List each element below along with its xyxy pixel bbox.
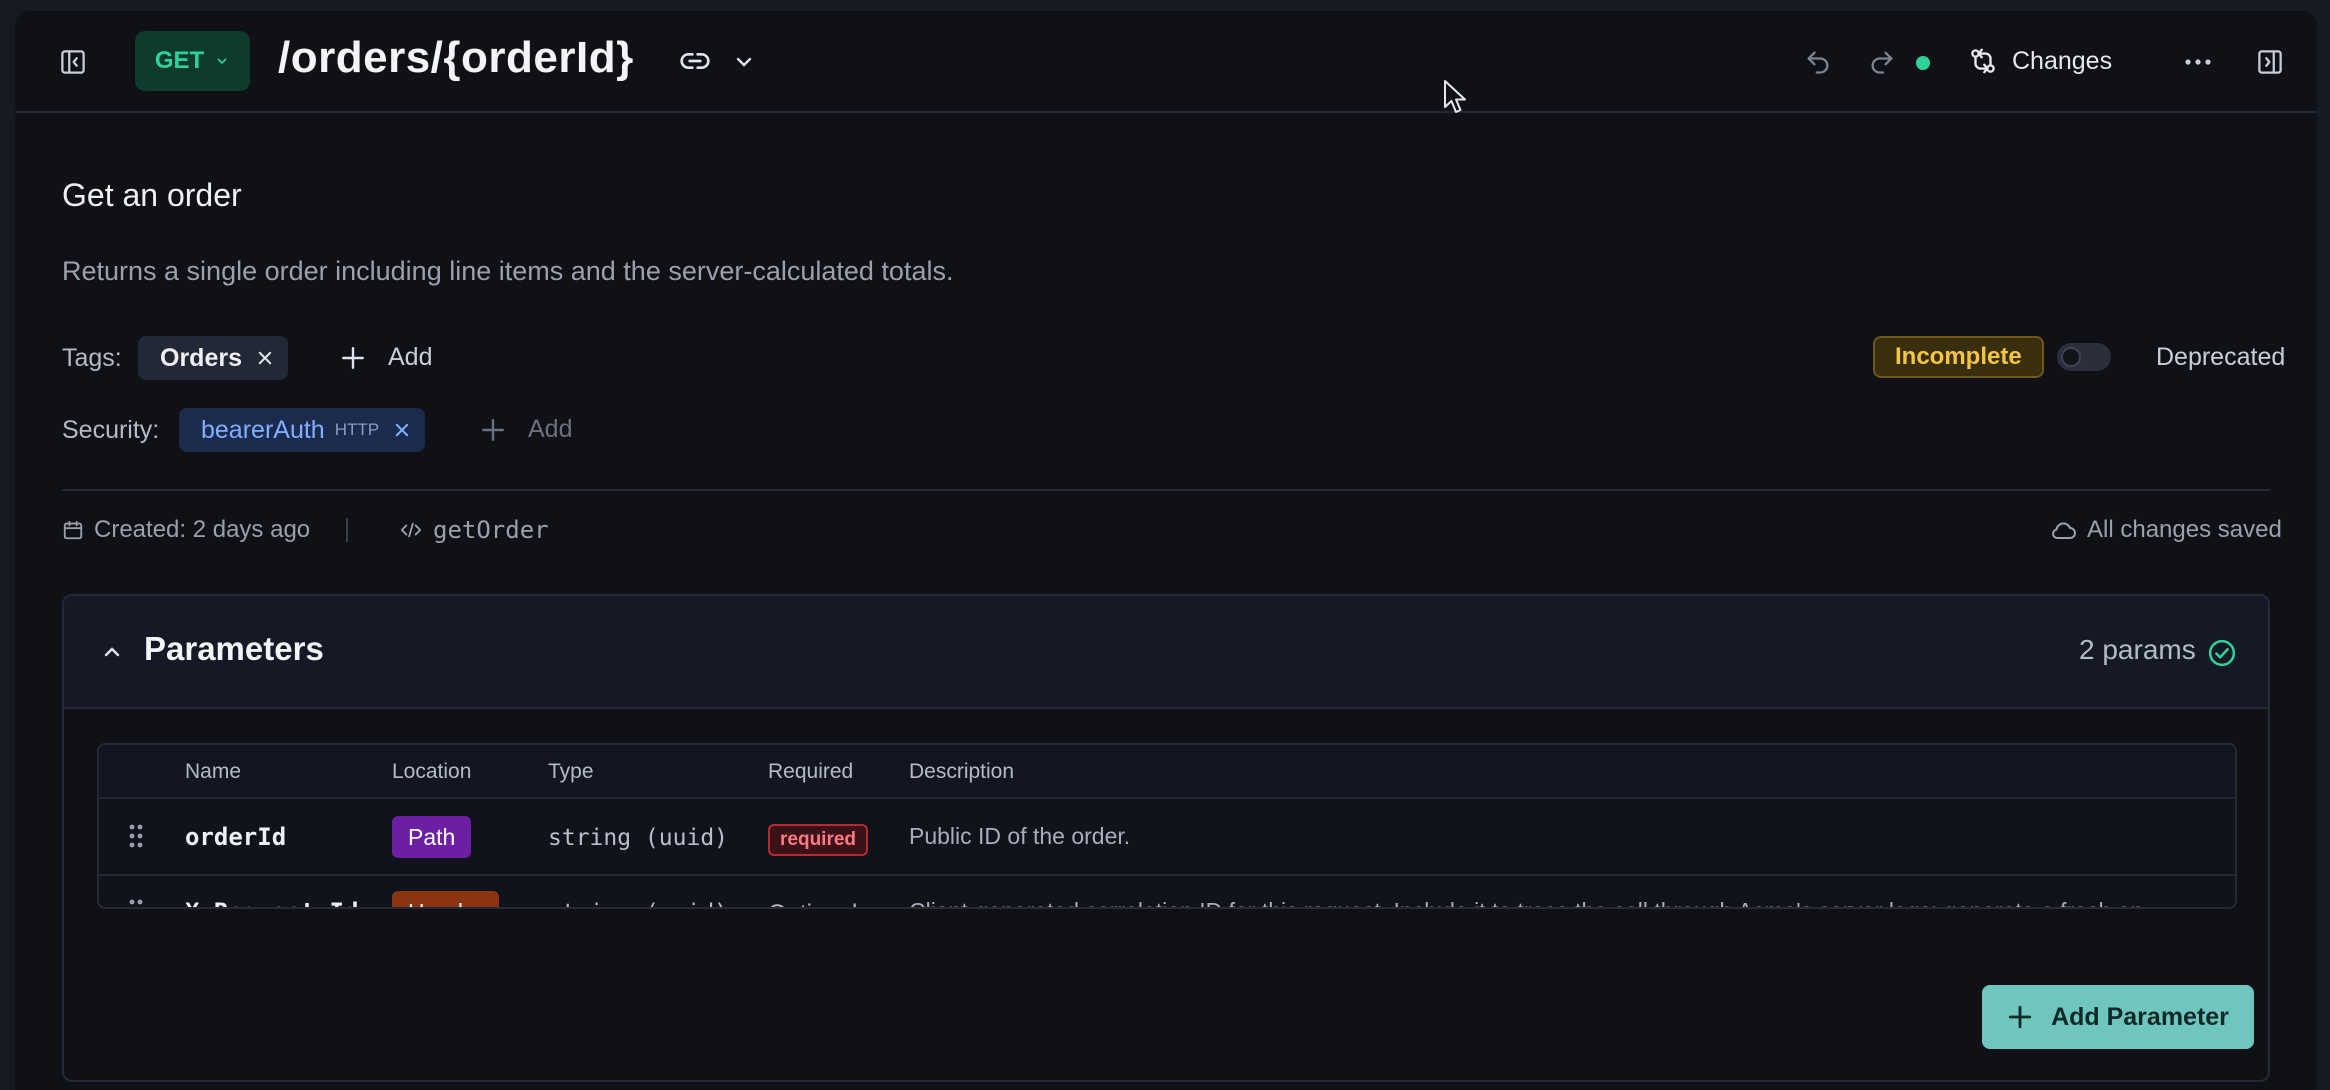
param-description[interactable]: Public ID of the order. xyxy=(909,823,2229,850)
parameters-panel: Parameters 2 params Name Location Type R… xyxy=(62,594,2270,1082)
param-description[interactable]: Client-generated correlation ID for this… xyxy=(909,898,2229,907)
mouse-cursor-icon xyxy=(1443,79,1469,120)
param-name[interactable]: X-Request-Id xyxy=(185,898,358,907)
add-parameter-label: Add Parameter xyxy=(2051,1002,2229,1031)
cloud-icon xyxy=(2052,522,2076,539)
redo-icon[interactable] xyxy=(1864,44,1900,80)
tag-label: Orders xyxy=(160,343,242,372)
add-parameter-button[interactable]: Add Parameter xyxy=(1982,985,2254,1049)
security-chip-bearerauth[interactable]: bearerAuth HTTP xyxy=(179,408,426,452)
code-icon xyxy=(400,522,422,538)
security-label: Security: xyxy=(62,416,160,444)
param-location-badge[interactable]: Path xyxy=(392,816,472,858)
more-options-icon[interactable] xyxy=(2178,44,2218,80)
chevron-down-icon xyxy=(217,58,227,65)
column-header-description: Description xyxy=(909,760,1015,783)
parameters-title: Parameters xyxy=(144,630,324,667)
toggle-right-panel-icon[interactable] xyxy=(2252,44,2288,80)
sync-status-dot xyxy=(1916,56,1930,70)
param-type[interactable]: string (uuid) xyxy=(548,900,728,907)
plus-icon xyxy=(342,346,364,369)
tags-label: Tags: xyxy=(62,344,122,372)
editor-window: GET /orders/{orderId} Changes Get an ord… xyxy=(15,11,2317,1090)
param-location-badge[interactable]: Header xyxy=(392,891,500,907)
changes-button[interactable]: Changes xyxy=(1968,41,2112,81)
save-status-label: All changes saved xyxy=(2087,516,2282,543)
method-select[interactable]: GET xyxy=(135,31,250,91)
deprecated-toggle[interactable] xyxy=(2057,343,2111,371)
created-info: Created: 2 days ago xyxy=(62,516,310,544)
operation-title[interactable]: Get an order xyxy=(62,177,242,214)
git-compare-icon xyxy=(1971,48,1995,74)
add-tag-label: Add xyxy=(388,343,433,371)
drag-handle-icon[interactable] xyxy=(129,823,143,854)
chevron-up-icon[interactable] xyxy=(98,638,126,666)
table-row[interactable]: X-Request-Id Header string (uuid) Option… xyxy=(99,874,2235,907)
drag-handle-icon[interactable] xyxy=(129,898,143,907)
check-circle-icon xyxy=(2206,637,2238,669)
link-icon[interactable] xyxy=(675,43,715,79)
tag-chip-orders[interactable]: Orders xyxy=(138,336,288,380)
status-badge: Incomplete xyxy=(1873,336,2044,378)
changes-label: Changes xyxy=(2012,46,2113,75)
created-label: Created: 2 days ago xyxy=(94,516,311,543)
remove-security-icon[interactable] xyxy=(393,421,411,439)
plus-icon xyxy=(482,418,504,441)
param-type[interactable]: string (uuid) xyxy=(548,825,728,851)
operation-description[interactable]: Returns a single order including line it… xyxy=(62,256,953,287)
column-header-name: Name xyxy=(185,760,242,783)
chevron-down-icon[interactable] xyxy=(727,45,761,79)
toggle-sidebar-icon[interactable] xyxy=(55,44,91,80)
param-count: 2 params xyxy=(2079,634,2196,665)
deprecated-label: Deprecated xyxy=(2156,343,2286,371)
section-divider xyxy=(62,489,2270,491)
top-bar: GET /orders/{orderId} Changes xyxy=(15,11,2317,113)
security-scheme-kind: HTTP xyxy=(334,420,380,439)
security-scheme-label: bearerAuth xyxy=(201,415,325,444)
plus-icon xyxy=(2008,1005,2032,1029)
parameters-table: Name Location Type Required Description … xyxy=(97,743,2237,909)
param-required-label[interactable]: Optional xyxy=(768,900,857,907)
operation-id-value: getOrder xyxy=(433,516,549,544)
undo-icon[interactable] xyxy=(1800,44,1836,80)
add-tag-button[interactable]: Add xyxy=(340,343,432,372)
calendar-icon xyxy=(63,520,83,540)
column-header-required: Required xyxy=(768,760,854,783)
param-name[interactable]: orderId xyxy=(185,823,286,851)
method-label: GET xyxy=(154,47,205,74)
toggle-knob xyxy=(2061,347,2081,367)
endpoint-path[interactable]: /orders/{orderId} xyxy=(278,33,634,83)
remove-tag-icon[interactable] xyxy=(256,349,274,367)
table-row[interactable]: orderId Path string (uuid) required Publ… xyxy=(99,799,2235,874)
add-security-label: Add xyxy=(528,415,573,443)
operation-id[interactable]: getOrder xyxy=(399,516,549,544)
save-status: All changes saved xyxy=(2049,516,2282,544)
add-security-button[interactable]: Add xyxy=(480,415,572,444)
parameters-header[interactable]: Parameters 2 params xyxy=(64,596,2268,709)
meta-separator xyxy=(346,518,348,542)
column-header-location: Location xyxy=(392,760,472,783)
param-required-badge[interactable]: required xyxy=(768,824,869,856)
table-header: Name Location Type Required Description xyxy=(99,745,2235,799)
column-header-type: Type xyxy=(548,760,594,783)
